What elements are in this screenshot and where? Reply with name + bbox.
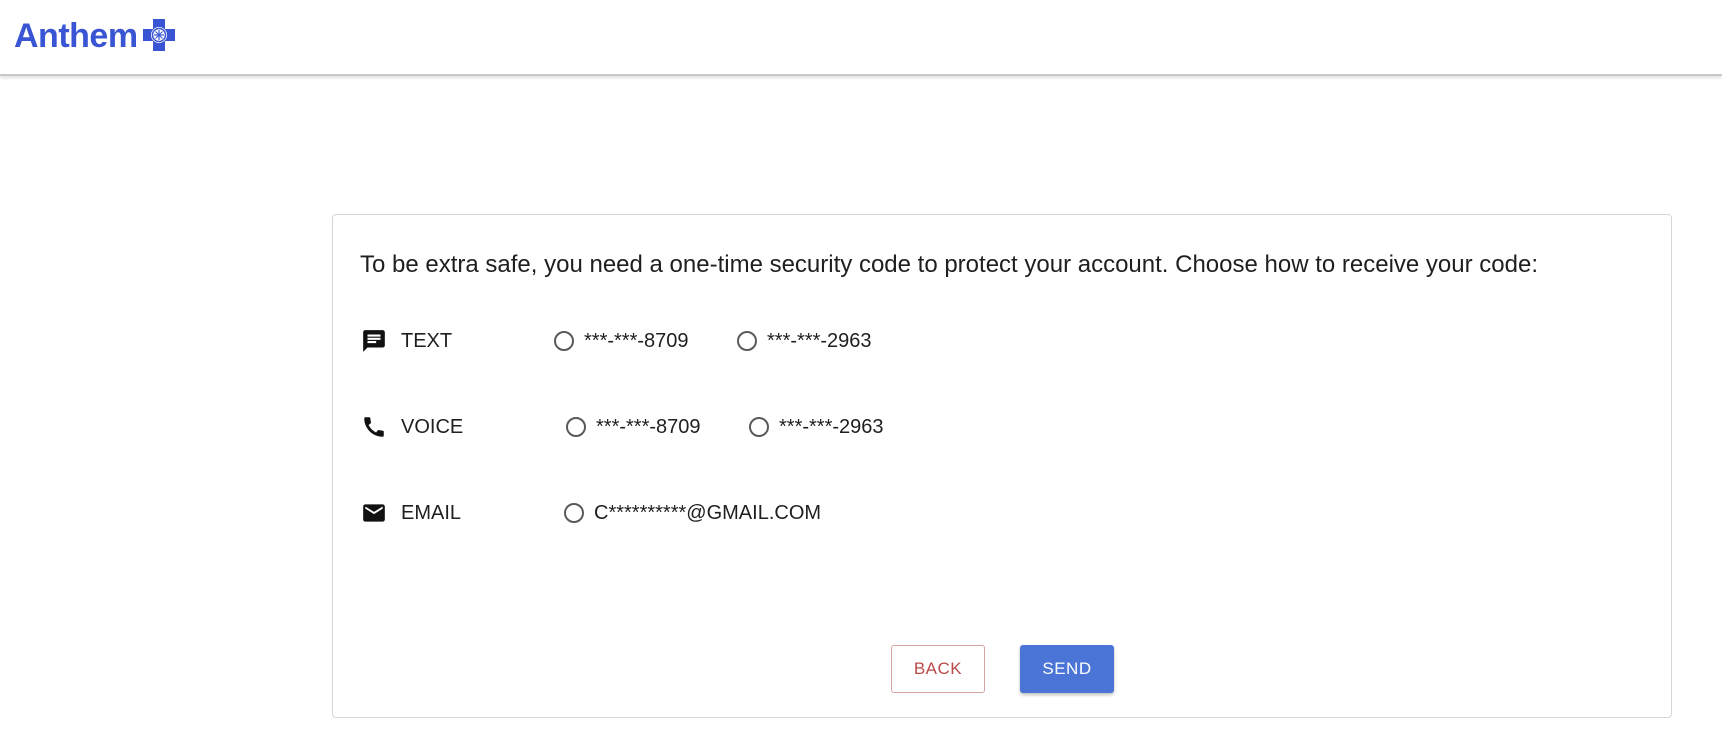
top-header: Anthem — [0, 0, 1722, 76]
option-label[interactable]: C**********@GMAIL.COM — [594, 502, 821, 525]
method-label-voice: VOICE — [401, 415, 464, 438]
radio-option-text-8709[interactable]: ***-***-8709 — [554, 325, 689, 357]
radio-button[interactable] — [737, 331, 757, 351]
method-row-voice: VOICE ***-***-8709 ***-***-2963 — [359, 411, 1639, 443]
method-label-email: EMAIL — [401, 501, 462, 524]
radio-button[interactable] — [749, 417, 769, 437]
mail-icon — [359, 498, 389, 528]
radio-option-voice-8709[interactable]: ***-***-8709 — [566, 411, 701, 443]
option-label[interactable]: ***-***-2963 — [779, 416, 884, 439]
radio-button[interactable] — [554, 331, 574, 351]
security-code-card: To be extra safe, you need a one-time se… — [332, 214, 1672, 718]
phone-icon — [359, 412, 389, 442]
method-label-text: TEXT — [401, 329, 453, 352]
instruction-text: To be extra safe, you need a one-time se… — [360, 251, 1538, 278]
send-button[interactable]: SEND — [1020, 645, 1114, 693]
radio-option-voice-2963[interactable]: ***-***-2963 — [749, 411, 884, 443]
method-row-text: TEXT ***-***-8709 ***-***-2963 — [359, 325, 1639, 357]
radio-button[interactable] — [564, 503, 584, 523]
option-label[interactable]: ***-***-2963 — [767, 330, 872, 353]
back-button[interactable]: BACK — [891, 645, 985, 693]
message-icon — [359, 326, 389, 356]
anthem-logo[interactable]: Anthem — [14, 16, 176, 56]
radio-button[interactable] — [566, 417, 586, 437]
option-label[interactable]: ***-***-8709 — [584, 330, 689, 353]
radio-option-text-2963[interactable]: ***-***-2963 — [737, 325, 872, 357]
method-row-email: EMAIL C**********@GMAIL.COM — [359, 497, 1639, 529]
blue-cross-shield-icon — [142, 19, 175, 51]
logo-text: Anthem — [14, 17, 138, 55]
radio-option-email[interactable]: C**********@GMAIL.COM — [564, 497, 821, 529]
option-label[interactable]: ***-***-8709 — [596, 416, 701, 439]
